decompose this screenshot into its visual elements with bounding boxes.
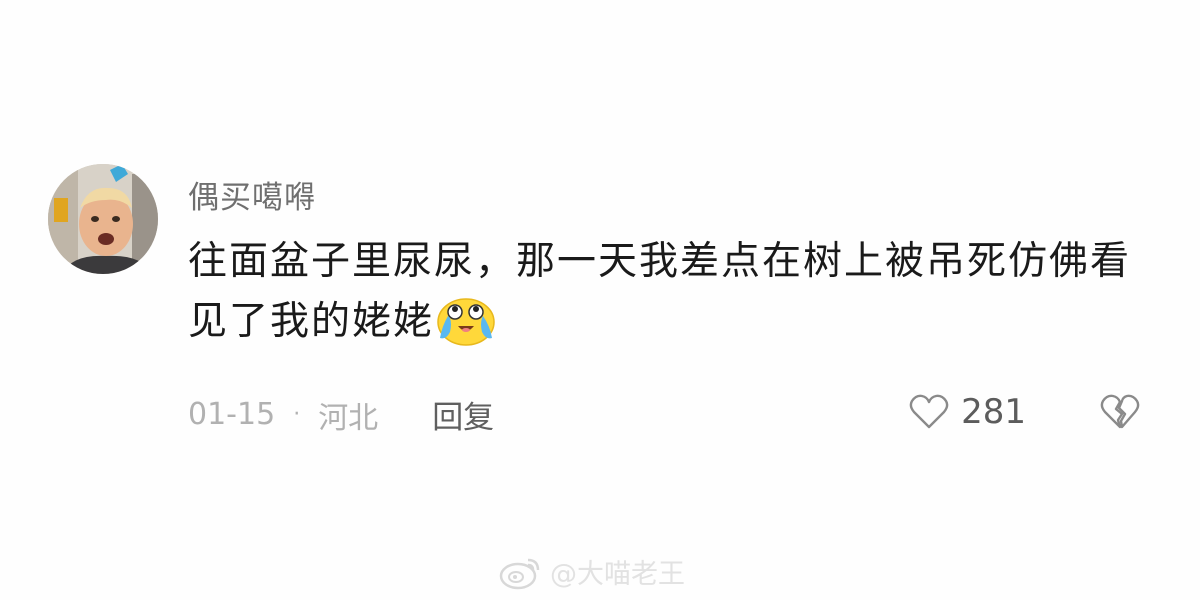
weibo-logo-icon	[499, 558, 540, 589]
comment-location: 河北	[318, 400, 379, 436]
comment-username[interactable]: 偶买噶嘚	[188, 172, 316, 217]
heart-outline-icon	[909, 394, 949, 429]
like-button[interactable]: 281	[909, 392, 1026, 432]
crying-laughing-emoji-icon	[436, 296, 496, 364]
dislike-button[interactable]	[1100, 394, 1140, 434]
avatar-image	[48, 164, 158, 274]
watermark: @大喵老王	[498, 552, 685, 591]
like-count: 281	[961, 392, 1026, 432]
meta-separator: ·	[293, 402, 301, 427]
watermark-text: @大喵老王	[550, 559, 685, 590]
reply-button[interactable]: 回复	[432, 392, 494, 437]
comment-date: 01-15	[188, 397, 276, 432]
comment-text: 往面盆子里尿尿，那一天我差点在树上被吊死仿佛看见了我的姥姥	[188, 232, 1148, 364]
avatar[interactable]	[48, 164, 158, 274]
comment-meta: 01-15 · 河北 回复	[188, 392, 494, 437]
comment-text-content: 往面盆子里尿尿，那一天我差点在树上被吊死仿佛看见了我的姥姥	[188, 239, 1132, 344]
broken-heart-icon	[1100, 394, 1140, 429]
